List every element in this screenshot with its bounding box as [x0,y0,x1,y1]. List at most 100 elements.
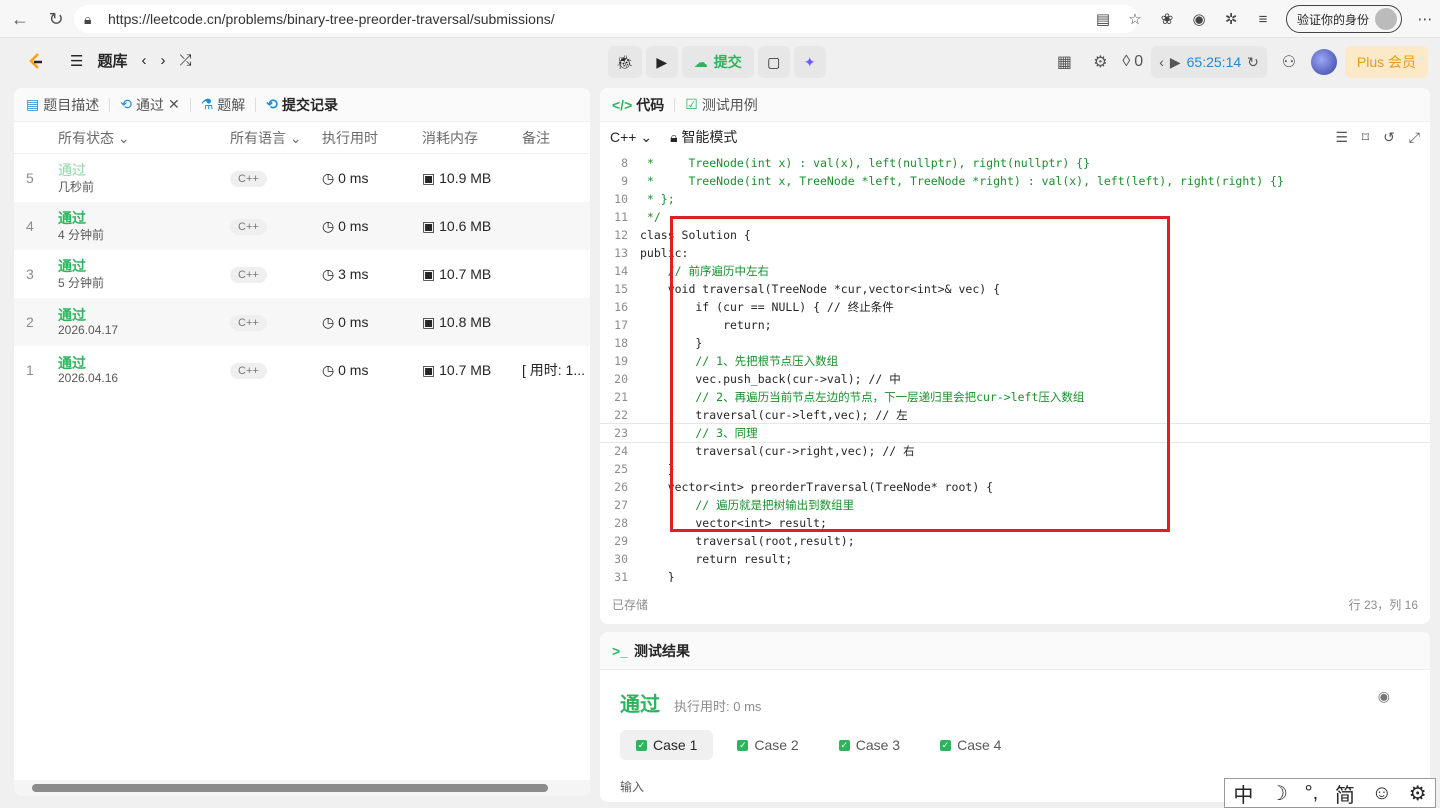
line-number: 28 [614,516,628,530]
ai-sparkle-icon[interactable]: ✦ [793,46,826,78]
test-result-panel: >_ 测试结果 通过 执行用时: 0 ms ◉ ✓ Case 1 ✓ Case 2 … [600,632,1430,802]
leetcode-logo-icon[interactable] [26,52,46,72]
submit-time: 2026.04.17 [58,323,119,337]
layout-grid-icon[interactable]: ▦ [1050,46,1078,78]
tab-solutions[interactable]: ⚗ 题解 [201,95,246,115]
horizontal-scrollbar[interactable] [14,780,590,796]
verify-label: 验证你的身份 [1296,12,1369,27]
language-select[interactable]: C++ ⌄ [610,129,652,146]
bookmark-icon[interactable]: ⌑ [1362,129,1369,146]
address-bar[interactable]: 🔒︎ https://leetcode.cn/problems/binary-t… [74,5,1138,33]
next-problem-icon[interactable]: › [160,52,165,69]
ime-emoji-icon[interactable]: ☺ [1372,782,1392,805]
ime-mode-chinese[interactable]: 中 [1233,779,1253,808]
extension-brain-icon[interactable]: ❀ [1152,4,1182,34]
chip-icon: ▣ [422,265,436,282]
chip-icon: ▣ [422,217,436,234]
tab-divider [674,97,676,112]
streak-fire-icon[interactable]: ◊ 0 [1122,46,1143,78]
timer-play-icon[interactable]: ▶ [1170,54,1181,71]
ime-settings-icon[interactable]: ⚙ [1409,781,1427,806]
tab-submissions[interactable]: ⟲ 提交记录 [266,95,338,115]
table-row[interactable]: 2 通过 2026.04.17 C++ ◷ 0 ms ▣ 10.8 MB [14,298,590,346]
case-tab[interactable]: ✓ Case 3 [823,730,916,760]
tab-accepted[interactable]: ⟲ 通过 ✕ [120,95,179,115]
line-number: 27 [614,498,628,512]
submit-button[interactable]: ☁ 提交 [681,46,754,78]
favorite-star-icon[interactable]: ☆ [1120,4,1150,34]
prev-problem-icon[interactable]: ‹ [141,52,146,69]
add-friend-icon[interactable]: ⚇ [1275,46,1303,78]
language-pill: C++ [230,219,267,235]
reset-icon[interactable]: ↺ [1383,129,1395,146]
status-filter[interactable]: 所有状态 ⌄ [14,128,230,148]
settings-gear-icon[interactable]: ⚙ [1086,46,1114,78]
plus-member-button[interactable]: Plus 会员 [1344,46,1428,78]
tab-code[interactable]: </> 代码 [612,95,664,115]
line-number: 16 [614,300,628,314]
ime-simplified[interactable]: 简 [1335,779,1355,808]
case-label: Case 2 [754,737,799,753]
line-number: 21 [614,390,628,404]
expand-icon[interactable]: ⤢ [1409,129,1420,146]
status-label[interactable]: 通过 [58,210,230,226]
check-icon: ✓ [940,739,952,751]
smart-mode[interactable]: 🔒︎ 智能模式 [670,127,737,147]
extensions-puzzle-icon[interactable]: ✲ [1216,4,1246,34]
code-line[interactable]: 31 } [600,568,1430,582]
case-tab[interactable]: ✓ Case 2 [721,730,814,760]
code-line[interactable]: 8 * TreeNode(int x) : val(x), left(nullp… [600,154,1430,172]
notes-icon[interactable]: ▢ [757,46,790,78]
reload-icon[interactable]: ↻ [42,5,70,33]
problem-bank-link[interactable]: 题库 [97,50,127,71]
case-label: Case 4 [957,737,1002,753]
status-label[interactable]: 通过 [58,258,230,274]
ime-punctuation-icon[interactable]: °, [1305,782,1319,805]
eye-icon[interactable]: ◉ [1378,688,1390,705]
table-row[interactable]: 1 通过 2026.04.16 C++ ◷ 0 ms ▣ 10.7 MB [ 用时… [14,346,590,394]
favorites-list-icon[interactable]: ≡ [1248,4,1278,34]
status-label[interactable]: 通过 [58,162,230,178]
code-line[interactable]: 9 * TreeNode(int x, TreeNode *left, Tree… [600,172,1430,190]
line-number: 31 [614,570,628,582]
site-info-icon[interactable]: 🔒︎ [84,11,102,28]
problem-list-icon[interactable]: ☰ [70,52,83,70]
table-row[interactable]: 5 通过 几秒前 C++ ◷ 0 ms ▣ 10.9 MB [14,154,590,202]
runtime-value: 3 ms [338,265,369,282]
reader-icon[interactable]: ▤ [1088,4,1118,34]
run-button[interactable]: ▶ [645,46,678,78]
case-tab[interactable]: ✓ Case 4 [924,730,1017,760]
format-icon[interactable]: ☰ [1335,129,1348,146]
runtime-header: 执行用时 [322,129,378,146]
close-tab-icon[interactable]: ✕ [168,96,180,113]
status-label[interactable]: 通过 [58,307,230,323]
timer-prev-icon[interactable]: ‹ [1159,54,1164,70]
tab-description[interactable]: ▤ 题目描述 [26,95,99,115]
status-label[interactable]: 通过 [58,355,230,371]
extension-bird-icon[interactable]: ◉ [1184,4,1214,34]
timer-reset-icon[interactable]: ↻ [1247,54,1259,71]
memory-header: 消耗内存 [422,129,478,146]
clock-icon: ◷ [322,217,335,234]
user-avatar[interactable] [1310,49,1337,75]
language-filter[interactable]: 所有语言 ⌄ [230,128,322,148]
more-menu-icon[interactable]: ⋯ [1410,4,1440,34]
line-number: 15 [614,282,628,296]
case-tab[interactable]: ✓ Case 1 [620,730,714,760]
code-line[interactable]: 30 return result; [600,550,1430,568]
back-icon[interactable]: ← [6,5,34,33]
ime-moon-icon[interactable]: ☽ [1270,781,1288,806]
code-line[interactable]: 29 traversal(root,result); [600,532,1430,550]
table-row[interactable]: 3 通过 5 分钟前 C++ ◷ 3 ms ▣ 10.7 MB [14,250,590,298]
chevron-down-icon: ⌄ [640,128,653,145]
tab-solutions-label: 题解 [217,96,246,113]
scrollbar-thumb[interactable] [32,784,548,792]
code-line[interactable]: 10 * }; [600,190,1430,208]
debug-icon[interactable]: 🐞︎ [608,46,642,78]
code-text: * TreeNode(int x, TreeNode *left, TreeNo… [640,174,1284,188]
tab-testcases[interactable]: ☑ 测试用例 [685,95,758,115]
table-row[interactable]: 4 通过 4 分钟前 C++ ◷ 0 ms ▣ 10.6 MB [14,202,590,250]
timer-widget[interactable]: ‹ ▶ 65:25:14 ↻ [1151,46,1267,78]
profile-verify-button[interactable]: 验证你的身份 [1285,5,1402,33]
shuffle-icon[interactable]: ⤮ [179,52,191,69]
